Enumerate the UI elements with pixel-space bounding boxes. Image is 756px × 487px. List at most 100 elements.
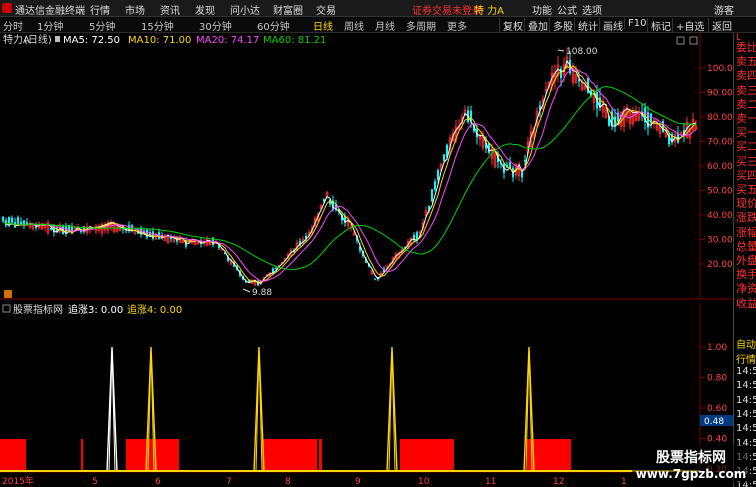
tick-time: 14:5 (736, 394, 756, 406)
buy-zone-bar (0, 439, 26, 471)
tab-1min[interactable]: 1分钟 (37, 18, 63, 33)
indicator-tick-label: 0.60 (707, 404, 727, 414)
tab-more[interactable]: 更多 (447, 18, 467, 33)
mark-button[interactable]: 标记 (647, 18, 671, 33)
candle-body (146, 229, 148, 238)
price-tick-label: 50.00 (707, 187, 733, 197)
quote-side-panel: L 委比 卖五 卖四 卖三 卖二 卖一 买一 买二 买三 买四 买五 现价 涨跌 涨幅 总量 外盘 换手 净资 收益… (733, 33, 756, 487)
restore-rights-button[interactable]: 复权 (499, 18, 523, 33)
tab-30min[interactable]: 30分钟 (199, 18, 232, 33)
price-tick-label: 80.00 (707, 113, 733, 123)
overlay-button[interactable]: 叠加 (524, 18, 548, 33)
candle-body (2, 217, 4, 221)
x-label-10: 10 (418, 477, 430, 487)
indicator-line2: 追涨4: 0.00 (127, 303, 182, 316)
x-label-7: 7 (226, 477, 232, 487)
collapse-icon[interactable] (55, 36, 60, 42)
tab-weekly[interactable]: 周线 (344, 18, 364, 33)
f10-button[interactable]: F10 (624, 18, 646, 29)
candle-body (524, 159, 526, 162)
price-tick-label: 70.00 (707, 138, 733, 148)
watermark: 股票指标网 www.7gpzb.com (632, 445, 750, 483)
app-logo-icon (2, 3, 12, 13)
candle-body (578, 79, 580, 82)
x-label-12: 12 (553, 477, 564, 487)
menu-market[interactable]: 市场 (125, 2, 145, 17)
tab-5min[interactable]: 5分钟 (89, 18, 115, 33)
candle-body (437, 170, 439, 180)
back-button[interactable]: 返回 (708, 18, 732, 33)
period-label: (日线) (24, 33, 52, 46)
auto-label[interactable]: 自动 (736, 336, 756, 351)
event-marker-icon[interactable] (4, 290, 12, 298)
statistics-button[interactable]: 统计 (574, 18, 598, 33)
tick-time: 14:5 (736, 408, 756, 420)
candle-body (11, 217, 13, 223)
add-watchlist-button[interactable]: +自选 (672, 18, 704, 33)
candle-body (443, 154, 445, 161)
quote-label-item: 收益 (736, 296, 756, 310)
ma10-label: MA10: 71.00 (128, 35, 191, 46)
tab-monthly[interactable]: 月线 (375, 18, 395, 33)
tab-daily[interactable]: 日线 (313, 18, 333, 33)
period-toolbar: 分时 1分钟 5分钟 15分钟 30分钟 60分钟 日线 周线 月线 多周期 更… (0, 17, 756, 33)
ma60-label: MA60: 81.21 (263, 35, 326, 46)
x-label-1: 1 (621, 477, 627, 487)
indicator-menu-icon[interactable] (2, 304, 11, 313)
indicator-name: 股票指标网 (13, 303, 63, 316)
menu-quotes[interactable]: 行情 (90, 2, 110, 17)
price-tick-label: 40.00 (707, 211, 733, 221)
trade-login-status[interactable]: 证券交易未登录 (412, 2, 482, 17)
title-bar: 通达信金融终端 行情 市场 资讯 发现 问小达 财富圈 交易 证券交易未登录 特… (0, 0, 756, 17)
app-title: 通达信金融终端 (15, 6, 85, 17)
guest-account[interactable]: 游客 (714, 2, 734, 17)
menu-news[interactable]: 资讯 (160, 2, 180, 17)
candle-body (560, 68, 562, 78)
price-tick-label: 60.00 (707, 162, 733, 172)
tab-intraday[interactable]: 分时 (3, 18, 23, 33)
buy-zone-bar (81, 439, 83, 471)
tick-time: 14:5 (736, 423, 756, 435)
price-tick-label: 90.00 (707, 89, 733, 99)
watermark-url: www.7gpzb.com (635, 467, 747, 481)
menu-wealth[interactable]: 财富圈 (273, 2, 303, 17)
draw-line-button[interactable]: 画线 (599, 18, 623, 33)
indicator-tick-label: 1.00 (707, 343, 727, 353)
indicator-current-value: 0.48 (704, 417, 724, 427)
kline-chart[interactable]: 100.0 90.00 80.00 70.00 60.00 50.00 40.00 30.00… (0, 33, 733, 487)
menu-options[interactable]: 选项 (582, 2, 602, 17)
buy-zone-bar (262, 439, 317, 471)
candle-body (275, 267, 277, 269)
x-label-11: 11 (485, 477, 496, 487)
buy-zone-bar (400, 439, 454, 471)
tab-60min[interactable]: 60分钟 (257, 18, 290, 33)
indicator-bars (0, 439, 571, 471)
indicator-tick-label: 0.80 (707, 374, 727, 384)
ma20-label: MA20: 74.17 (196, 35, 259, 46)
buy-zone-bar (319, 439, 322, 471)
menu-discover[interactable]: 发现 (195, 2, 215, 17)
candle-body (374, 278, 376, 280)
watermark-title: 股票指标网 (656, 450, 726, 466)
menu-formula[interactable]: 公式 (557, 2, 577, 17)
ma5-label: MA5: 72.50 (63, 35, 120, 46)
buy-zone-bar (126, 439, 179, 471)
menu-trade[interactable]: 交易 (316, 2, 336, 17)
x-label-year: 2015年 (2, 475, 34, 487)
tab-multi-period[interactable]: 多周期 (406, 18, 436, 33)
x-label-8: 8 (285, 477, 291, 487)
price-tick-label: 30.00 (707, 236, 733, 246)
candle-body (431, 189, 433, 201)
menu-function[interactable]: 功能 (532, 2, 552, 17)
price-tick-label: 20.00 (707, 260, 733, 270)
x-label-5: 5 (92, 477, 98, 487)
candle-body (17, 217, 19, 224)
menu-ask[interactable]: 问小达 (230, 2, 260, 17)
tab-15min[interactable]: 15分钟 (141, 18, 174, 33)
tick-time: 14:5 (736, 380, 756, 392)
indicator-tick-label: 0.40 (707, 435, 727, 445)
quote-label[interactable]: 行情 (736, 351, 756, 366)
candle-body (434, 181, 436, 190)
multi-stock-button[interactable]: 多股 (549, 18, 573, 33)
price-tick-label: 100.0 (707, 64, 733, 74)
